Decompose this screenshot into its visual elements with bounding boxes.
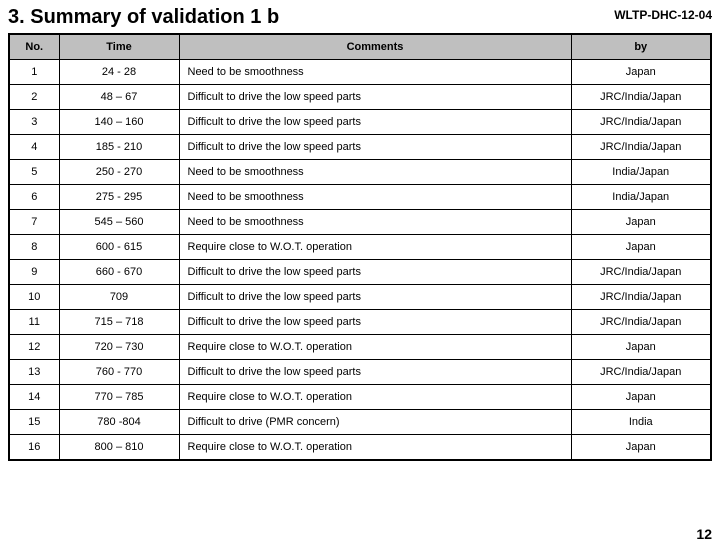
cell-time: 275 - 295 — [59, 185, 179, 210]
col-header-no: No. — [9, 34, 59, 60]
cell-time: 709 — [59, 285, 179, 310]
cell-comments: Require close to W.O.T. operation — [179, 385, 571, 410]
cell-time: 770 – 785 — [59, 385, 179, 410]
table-row: 124 - 28Need to be smoothnessJapan — [9, 60, 711, 85]
cell-no: 14 — [9, 385, 59, 410]
table-row: 16800 – 810Require close to W.O.T. opera… — [9, 435, 711, 461]
cell-no: 5 — [9, 160, 59, 185]
table-row: 3140 – 160Difficult to drive the low spe… — [9, 110, 711, 135]
cell-by: JRC/India/Japan — [571, 85, 711, 110]
cell-time: 660 - 670 — [59, 260, 179, 285]
cell-comments: Difficult to drive the low speed parts — [179, 110, 571, 135]
cell-time: 780 -804 — [59, 410, 179, 435]
cell-no: 10 — [9, 285, 59, 310]
col-header-by: by — [571, 34, 711, 60]
cell-comments: Difficult to drive (PMR concern) — [179, 410, 571, 435]
cell-time: 715 – 718 — [59, 310, 179, 335]
cell-no: 13 — [9, 360, 59, 385]
cell-time: 140 – 160 — [59, 110, 179, 135]
cell-time: 545 – 560 — [59, 210, 179, 235]
cell-time: 800 – 810 — [59, 435, 179, 461]
cell-by: JRC/India/Japan — [571, 260, 711, 285]
table-row: 8600 - 615Require close to W.O.T. operat… — [9, 235, 711, 260]
cell-no: 16 — [9, 435, 59, 461]
table-row: 248 – 67Difficult to drive the low speed… — [9, 85, 711, 110]
cell-comments: Difficult to drive the low speed parts — [179, 310, 571, 335]
cell-time: 760 - 770 — [59, 360, 179, 385]
cell-comments: Need to be smoothness — [179, 210, 571, 235]
cell-by: Japan — [571, 435, 711, 461]
cell-time: 720 – 730 — [59, 335, 179, 360]
cell-time: 600 - 615 — [59, 235, 179, 260]
cell-no: 15 — [9, 410, 59, 435]
table-row: 15780 -804Difficult to drive (PMR concer… — [9, 410, 711, 435]
cell-time: 185 - 210 — [59, 135, 179, 160]
cell-comments: Require close to W.O.T. operation — [179, 335, 571, 360]
cell-comments: Need to be smoothness — [179, 60, 571, 85]
cell-no: 3 — [9, 110, 59, 135]
cell-by: Japan — [571, 60, 711, 85]
cell-time: 250 - 270 — [59, 160, 179, 185]
cell-comments: Difficult to drive the low speed parts — [179, 360, 571, 385]
page-title: 3. Summary of validation 1 b — [8, 6, 279, 29]
table-row: 14770 – 785Require close to W.O.T. opera… — [9, 385, 711, 410]
cell-no: 4 — [9, 135, 59, 160]
col-header-time: Time — [59, 34, 179, 60]
cell-comments: Difficult to drive the low speed parts — [179, 85, 571, 110]
cell-comments: Require close to W.O.T. operation — [179, 435, 571, 461]
table-row: 9660 - 670Difficult to drive the low spe… — [9, 260, 711, 285]
table-header-row: No. Time Comments by — [9, 34, 711, 60]
cell-by: JRC/India/Japan — [571, 310, 711, 335]
cell-time: 24 - 28 — [59, 60, 179, 85]
cell-comments: Difficult to drive the low speed parts — [179, 135, 571, 160]
document-id: WLTP-DHC-12-04 — [614, 8, 712, 22]
page-header: 3. Summary of validation 1 b WLTP-DHC-12… — [8, 6, 712, 29]
cell-time: 48 – 67 — [59, 85, 179, 110]
cell-by: JRC/India/Japan — [571, 360, 711, 385]
cell-by: Japan — [571, 210, 711, 235]
col-header-comments: Comments — [179, 34, 571, 60]
cell-no: 11 — [9, 310, 59, 335]
validation-table: No. Time Comments by 124 - 28Need to be … — [8, 33, 712, 461]
cell-comments: Require close to W.O.T. operation — [179, 235, 571, 260]
cell-by: India/Japan — [571, 160, 711, 185]
table-row: 13760 - 770Difficult to drive the low sp… — [9, 360, 711, 385]
cell-no: 8 — [9, 235, 59, 260]
cell-by: JRC/India/Japan — [571, 110, 711, 135]
cell-no: 12 — [9, 335, 59, 360]
cell-comments: Difficult to drive the low speed parts — [179, 260, 571, 285]
page-number: 12 — [696, 526, 712, 540]
cell-by: JRC/India/Japan — [571, 135, 711, 160]
cell-no: 1 — [9, 60, 59, 85]
cell-by: JRC/India/Japan — [571, 285, 711, 310]
table-row: 12720 – 730Require close to W.O.T. opera… — [9, 335, 711, 360]
cell-comments: Need to be smoothness — [179, 185, 571, 210]
cell-by: India/Japan — [571, 185, 711, 210]
cell-no: 6 — [9, 185, 59, 210]
cell-by: Japan — [571, 385, 711, 410]
cell-by: Japan — [571, 335, 711, 360]
cell-by: India — [571, 410, 711, 435]
cell-no: 2 — [9, 85, 59, 110]
cell-comments: Difficult to drive the low speed parts — [179, 285, 571, 310]
cell-no: 7 — [9, 210, 59, 235]
table-row: 11715 – 718Difficult to drive the low sp… — [9, 310, 711, 335]
table-row: 5250 - 270Need to be smoothnessIndia/Jap… — [9, 160, 711, 185]
table-row: 7545 – 560Need to be smoothnessJapan — [9, 210, 711, 235]
cell-no: 9 — [9, 260, 59, 285]
table-row: 10709Difficult to drive the low speed pa… — [9, 285, 711, 310]
table-row: 4185 - 210Difficult to drive the low spe… — [9, 135, 711, 160]
table-row: 6275 - 295Need to be smoothnessIndia/Jap… — [9, 185, 711, 210]
cell-by: Japan — [571, 235, 711, 260]
cell-comments: Need to be smoothness — [179, 160, 571, 185]
